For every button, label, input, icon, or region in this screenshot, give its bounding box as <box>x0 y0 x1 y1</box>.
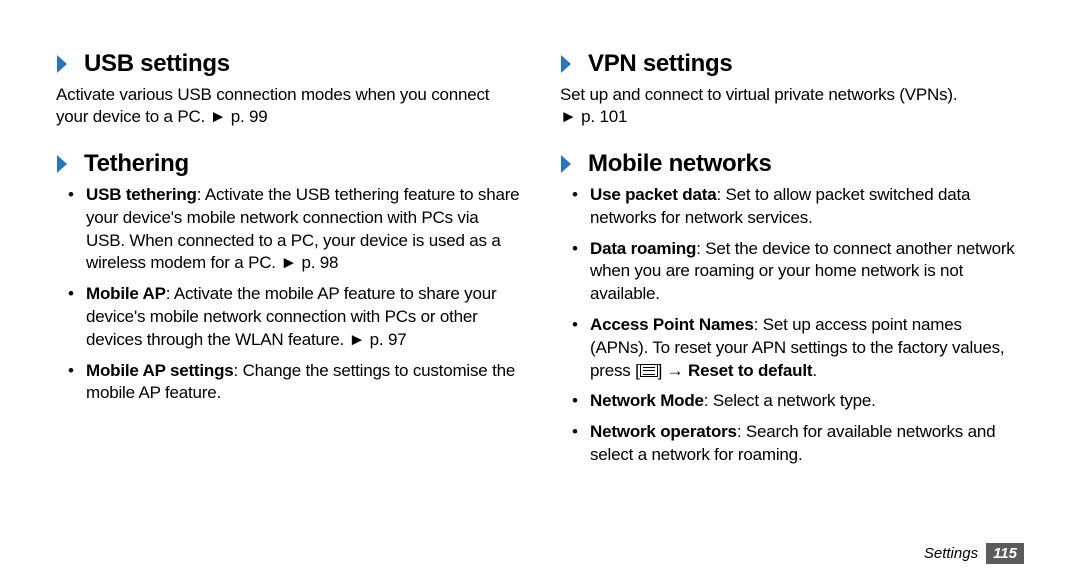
chevron-right-icon <box>56 153 70 175</box>
item-text: : Select a network type. <box>704 391 876 410</box>
chevron-right-icon <box>560 153 574 175</box>
usb-settings-description: Activate various USB connection modes wh… <box>56 84 520 128</box>
heading-vpn-settings: VPN settings <box>560 50 1024 78</box>
item-tail-end: . <box>812 361 817 380</box>
right-column: VPN settings Set up and connect to virtu… <box>560 50 1024 556</box>
section-usb-settings: USB settings Activate various USB connec… <box>56 50 520 128</box>
section-mobile-networks: Mobile networks Use packet data: Set to … <box>560 150 1024 466</box>
section-tethering: Tethering USB tethering: Activate the US… <box>56 150 520 405</box>
left-column: USB settings Activate various USB connec… <box>56 50 520 556</box>
page-footer: Settings 115 <box>924 543 1024 564</box>
item-term: Data roaming <box>590 239 696 258</box>
item-bold-tail: Reset to default <box>688 361 812 380</box>
item-term: Access Point Names <box>590 315 754 334</box>
heading-tethering: Tethering <box>56 150 520 178</box>
heading-mobile-networks: Mobile networks <box>560 150 1024 178</box>
chevron-right-icon <box>56 53 70 75</box>
item-term: Network operators <box>590 422 737 441</box>
list-item: Network operators: Search for available … <box>576 421 1024 467</box>
item-term: Mobile AP settings <box>86 361 234 380</box>
footer-page-number: 115 <box>986 543 1024 564</box>
heading-text: Tethering <box>84 150 189 178</box>
item-text-arrow: ] → <box>658 361 688 380</box>
list-item: Data roaming: Set the device to connect … <box>576 238 1024 306</box>
heading-text: Mobile networks <box>588 150 772 178</box>
mobile-networks-list: Use packet data: Set to allow packet swi… <box>560 184 1024 466</box>
list-item: Mobile AP settings: Change the settings … <box>72 360 520 406</box>
item-term: Mobile AP <box>86 284 166 303</box>
list-item: Mobile AP: Activate the mobile AP featur… <box>72 283 520 351</box>
heading-usb-settings: USB settings <box>56 50 520 78</box>
heading-text: USB settings <box>84 50 230 78</box>
vpn-desc-ref: ► p. 101 <box>560 107 627 126</box>
vpn-desc-main: Set up and connect to virtual private ne… <box>560 85 957 104</box>
item-term: Network Mode <box>590 391 704 410</box>
list-item: Use packet data: Set to allow packet swi… <box>576 184 1024 230</box>
menu-icon <box>640 364 658 377</box>
manual-page: USB settings Activate various USB connec… <box>0 0 1080 586</box>
item-term: USB tethering <box>86 185 197 204</box>
vpn-settings-description: Set up and connect to virtual private ne… <box>560 84 1024 128</box>
heading-text: VPN settings <box>588 50 732 78</box>
tethering-list: USB tethering: Activate the USB tetherin… <box>56 184 520 405</box>
list-item: USB tethering: Activate the USB tetherin… <box>72 184 520 275</box>
list-item: Access Point Names: Set up access point … <box>576 314 1024 382</box>
item-term: Use packet data <box>590 185 716 204</box>
footer-section-label: Settings <box>924 545 978 562</box>
section-vpn-settings: VPN settings Set up and connect to virtu… <box>560 50 1024 128</box>
list-item: Network Mode: Select a network type. <box>576 390 1024 413</box>
chevron-right-icon <box>560 53 574 75</box>
